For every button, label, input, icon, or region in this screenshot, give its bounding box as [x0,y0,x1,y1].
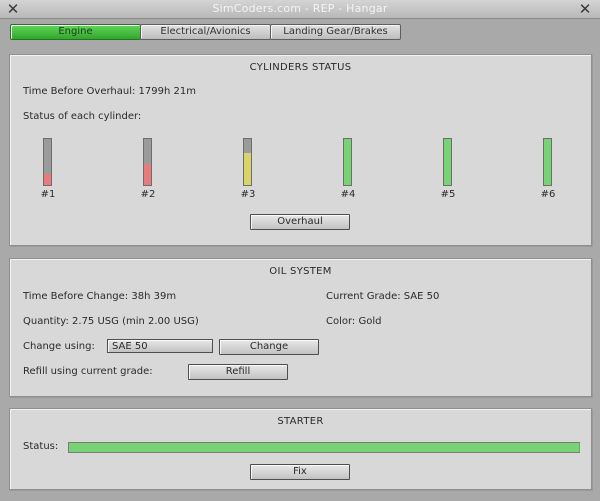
cylinder-label: #1 [40,189,56,200]
cylinder-fill [244,152,251,185]
panel-title: OIL SYSTEM [269,266,332,277]
oil-color: Color: Gold [326,316,382,327]
cylinder-fill [344,139,351,185]
time-before-overhaul: Time Before Overhaul: 1799h 21m [23,86,196,97]
panel-title: CYLINDERS STATUS [249,62,352,73]
oil-quantity: Quantity: 2.75 USG (min 2.00 USG) [23,316,199,327]
time-before-change: Time Before Change: 38h 39m [23,291,177,302]
refill-button[interactable]: Refill [188,364,288,380]
window-titlebar: ✕ SimCoders.com - REP - Hangar ✕ [0,0,600,19]
tab-landing-gear-brakes[interactable]: Landing Gear/Brakes [270,24,401,40]
cylinder-label: #3 [240,189,256,200]
cylinder-fill [444,139,451,185]
overhaul-button[interactable]: Overhaul [250,214,350,230]
window-title: SimCoders.com - REP - Hangar [212,2,388,15]
cylinder-gauge-3 [243,138,252,186]
starter-status-label: Status: [23,441,59,452]
cylinders-status-panel: CYLINDERS STATUS Time Before Overhaul: 1… [9,54,592,246]
cylinder-label: #2 [140,189,156,200]
close-icon[interactable]: ✕ [577,0,593,18]
fix-button[interactable]: Fix [250,464,350,480]
cylinder-gauge-5 [443,138,452,186]
starter-status-fill [69,443,580,452]
current-grade: Current Grade: SAE 50 [326,291,440,302]
cylinder-label: #6 [540,189,556,200]
tab-engine[interactable]: Engine [10,24,141,40]
cylinder-status-label: Status of each cylinder: [23,111,142,122]
refill-label: Refill using current grade: [23,366,153,377]
cylinder-gauge-6 [543,138,552,186]
cylinder-gauge-1 [43,138,52,186]
cylinder-label: #5 [440,189,456,200]
cylinder-fill [144,164,151,185]
oil-grade-select[interactable]: SAE 50 [107,339,213,353]
tab-electrical-avionics[interactable]: Electrical/Avionics [140,24,271,40]
cylinder-fill [544,139,551,185]
cylinder-gauge-2 [143,138,152,186]
panel-title: STARTER [277,416,324,427]
cylinder-gauge-4 [343,138,352,186]
cylinder-label: #4 [340,189,356,200]
oil-system-panel: OIL SYSTEM Time Before Change: 38h 39m C… [9,258,592,397]
change-using-label: Change using: [23,341,95,352]
change-button[interactable]: Change [219,339,319,355]
starter-status-bar [68,442,580,453]
starter-panel: STARTER Status: Fix [9,408,592,490]
cylinder-fill [44,173,51,185]
